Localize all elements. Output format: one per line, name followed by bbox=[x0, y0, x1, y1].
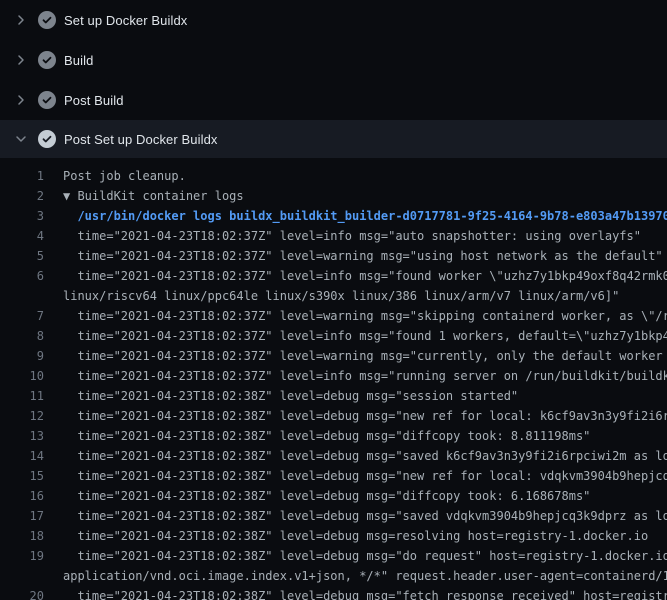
line-number[interactable]: 15 bbox=[0, 466, 44, 486]
line-number[interactable]: 7 bbox=[0, 306, 44, 326]
log-text: linux/riscv64 linux/ppc64le linux/s390x … bbox=[44, 286, 619, 306]
log-line: 5 time="2021-04-23T18:02:37Z" level=warn… bbox=[0, 246, 667, 266]
line-number[interactable]: 18 bbox=[0, 526, 44, 546]
line-number[interactable]: 13 bbox=[0, 426, 44, 446]
log-text: time="2021-04-23T18:02:37Z" level=info m… bbox=[44, 326, 667, 346]
line-number[interactable]: 10 bbox=[0, 366, 44, 386]
workflow-steps: Set up Docker Buildx Build Post Build bbox=[0, 0, 667, 158]
log-text: time="2021-04-23T18:02:38Z" level=debug … bbox=[44, 546, 667, 566]
chevron-right-icon bbox=[13, 92, 29, 108]
log-line: 20 time="2021-04-23T18:02:38Z" level=deb… bbox=[0, 586, 667, 600]
line-number[interactable]: 12 bbox=[0, 406, 44, 426]
line-number[interactable]: 11 bbox=[0, 386, 44, 406]
line-number[interactable]: 5 bbox=[0, 246, 44, 266]
log-line: 18 time="2021-04-23T18:02:38Z" level=deb… bbox=[0, 526, 667, 546]
log-line: 17 time="2021-04-23T18:02:38Z" level=deb… bbox=[0, 506, 667, 526]
log-command-text: /usr/bin/docker logs buildx_buildkit_bui… bbox=[44, 206, 667, 226]
log-line: 11 time="2021-04-23T18:02:38Z" level=deb… bbox=[0, 386, 667, 406]
line-number bbox=[0, 286, 44, 306]
chevron-down-icon bbox=[13, 131, 29, 147]
check-circle-icon bbox=[38, 91, 56, 109]
log-text: time="2021-04-23T18:02:38Z" level=debug … bbox=[44, 486, 590, 506]
step-title: Post Set up Docker Buildx bbox=[64, 132, 218, 147]
log-line: 9 time="2021-04-23T18:02:37Z" level=warn… bbox=[0, 346, 667, 366]
log-line: 7 time="2021-04-23T18:02:37Z" level=warn… bbox=[0, 306, 667, 326]
line-number[interactable]: 16 bbox=[0, 486, 44, 506]
check-circle-icon bbox=[38, 11, 56, 29]
log-line: 8 time="2021-04-23T18:02:37Z" level=info… bbox=[0, 326, 667, 346]
line-number[interactable]: 6 bbox=[0, 266, 44, 286]
log-group-toggle[interactable]: ▼ BuildKit container logs bbox=[44, 186, 244, 206]
log-line: application/vnd.oci.image.index.v1+json,… bbox=[0, 566, 667, 586]
step-title: Set up Docker Buildx bbox=[64, 13, 187, 28]
line-number[interactable]: 19 bbox=[0, 546, 44, 566]
line-number[interactable]: 14 bbox=[0, 446, 44, 466]
log-line: 10 time="2021-04-23T18:02:37Z" level=inf… bbox=[0, 366, 667, 386]
line-number bbox=[0, 566, 44, 586]
log-line: 1Post job cleanup. bbox=[0, 166, 667, 186]
log-line: 3 /usr/bin/docker logs buildx_buildkit_b… bbox=[0, 206, 667, 226]
line-number[interactable]: 3 bbox=[0, 206, 44, 226]
chevron-right-icon bbox=[13, 12, 29, 28]
log-line: 2▼ BuildKit container logs bbox=[0, 186, 667, 206]
log-line: linux/riscv64 linux/ppc64le linux/s390x … bbox=[0, 286, 667, 306]
log-text: time="2021-04-23T18:02:38Z" level=debug … bbox=[44, 446, 667, 466]
log-text: time="2021-04-23T18:02:38Z" level=debug … bbox=[44, 426, 590, 446]
check-circle-icon bbox=[38, 51, 56, 69]
log-text: time="2021-04-23T18:02:37Z" level=warnin… bbox=[44, 246, 663, 266]
log-line: 4 time="2021-04-23T18:02:37Z" level=info… bbox=[0, 226, 667, 246]
line-number[interactable]: 17 bbox=[0, 506, 44, 526]
log-text: time="2021-04-23T18:02:37Z" level=info m… bbox=[44, 226, 641, 246]
step-build[interactable]: Build bbox=[0, 40, 667, 80]
actions-log-viewer: Set up Docker Buildx Build Post Build bbox=[0, 0, 667, 600]
step-post-set-up-docker-buildx[interactable]: Post Set up Docker Buildx bbox=[0, 120, 667, 158]
log-text: time="2021-04-23T18:02:38Z" level=debug … bbox=[44, 386, 518, 406]
log-line: 6 time="2021-04-23T18:02:37Z" level=info… bbox=[0, 266, 667, 286]
log-text: time="2021-04-23T18:02:38Z" level=debug … bbox=[44, 526, 648, 546]
log-text: time="2021-04-23T18:02:38Z" level=debug … bbox=[44, 406, 667, 426]
log-line: 15 time="2021-04-23T18:02:38Z" level=deb… bbox=[0, 466, 667, 486]
step-title: Post Build bbox=[64, 93, 124, 108]
log-text: time="2021-04-23T18:02:38Z" level=debug … bbox=[44, 506, 667, 526]
log-line: 12 time="2021-04-23T18:02:38Z" level=deb… bbox=[0, 406, 667, 426]
log-text: time="2021-04-23T18:02:37Z" level=warnin… bbox=[44, 346, 667, 366]
step-title: Build bbox=[64, 53, 93, 68]
line-number[interactable]: 2 bbox=[0, 186, 44, 206]
line-number[interactable]: 4 bbox=[0, 226, 44, 246]
log-text: time="2021-04-23T18:02:38Z" level=debug … bbox=[44, 466, 667, 486]
log-text: time="2021-04-23T18:02:38Z" level=debug … bbox=[44, 586, 667, 600]
log-text: time="2021-04-23T18:02:37Z" level=info m… bbox=[44, 366, 667, 386]
step-set-up-docker-buildx[interactable]: Set up Docker Buildx bbox=[0, 0, 667, 40]
log-text: time="2021-04-23T18:02:37Z" level=info m… bbox=[44, 266, 667, 286]
log-text: time="2021-04-23T18:02:37Z" level=warnin… bbox=[44, 306, 667, 326]
line-number[interactable]: 8 bbox=[0, 326, 44, 346]
log-text: Post job cleanup. bbox=[44, 166, 186, 186]
log-lines: 1Post job cleanup.2▼ BuildKit container … bbox=[0, 158, 667, 600]
step-post-build[interactable]: Post Build bbox=[0, 80, 667, 120]
line-number[interactable]: 1 bbox=[0, 166, 44, 186]
log-line: 19 time="2021-04-23T18:02:38Z" level=deb… bbox=[0, 546, 667, 566]
line-number[interactable]: 9 bbox=[0, 346, 44, 366]
chevron-right-icon bbox=[13, 52, 29, 68]
log-line: 13 time="2021-04-23T18:02:38Z" level=deb… bbox=[0, 426, 667, 446]
check-circle-icon bbox=[38, 130, 56, 148]
line-number[interactable]: 20 bbox=[0, 586, 44, 600]
log-text: application/vnd.oci.image.index.v1+json,… bbox=[44, 566, 667, 586]
log-line: 16 time="2021-04-23T18:02:38Z" level=deb… bbox=[0, 486, 667, 506]
log-line: 14 time="2021-04-23T18:02:38Z" level=deb… bbox=[0, 446, 667, 466]
